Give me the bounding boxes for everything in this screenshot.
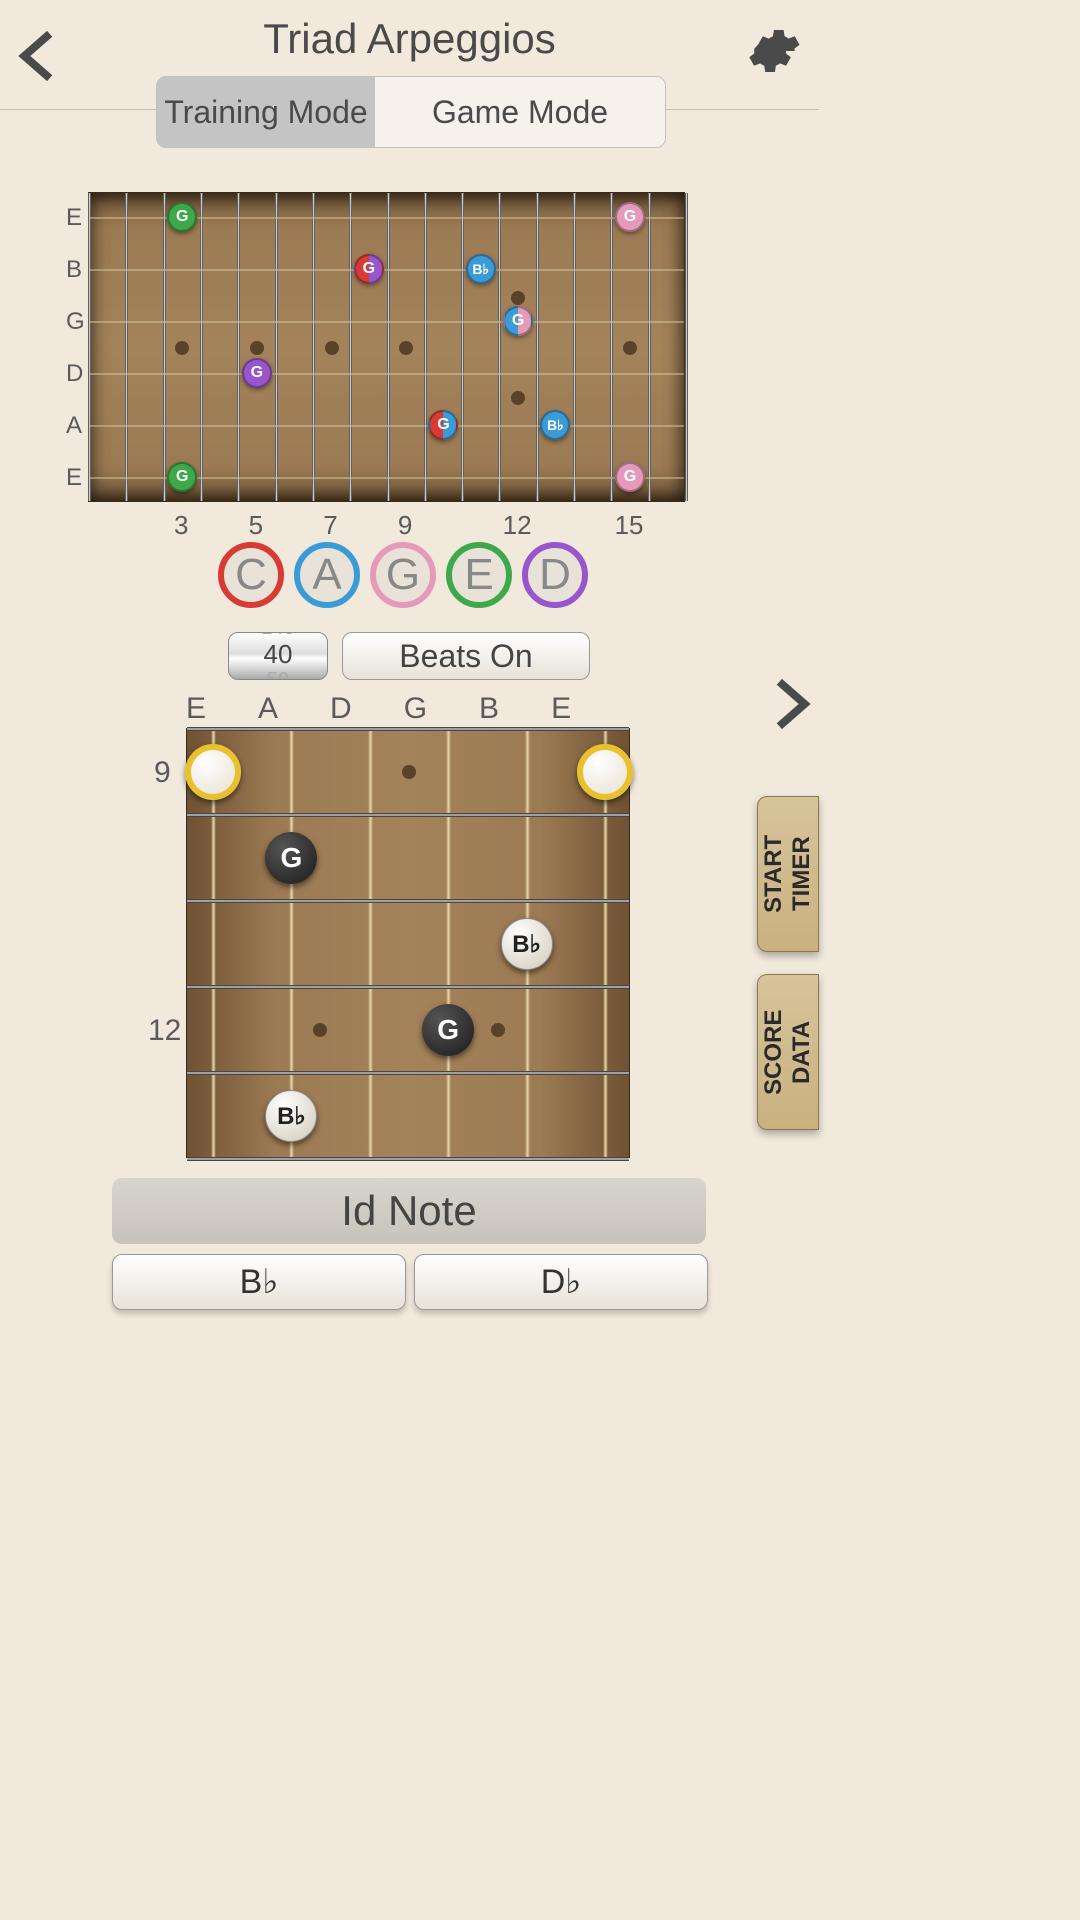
fret-numbers: 35791215 — [88, 510, 685, 540]
chord-string-labels: E A D G B E — [186, 692, 571, 726]
fretboard-marker: G — [354, 254, 384, 284]
fretboard-marker: G — [428, 410, 458, 440]
caged-c[interactable]: C — [218, 542, 284, 608]
caged-e[interactable]: E — [446, 542, 512, 608]
score-data-button[interactable]: SCORE DATA — [757, 974, 819, 1130]
answer-option-1[interactable]: B♭ — [112, 1254, 406, 1310]
chord-marker: G — [265, 832, 317, 884]
chord-marker: B♭ — [501, 918, 553, 970]
fretboard-marker: B♭ — [466, 254, 496, 284]
caged-a[interactable]: A — [294, 542, 360, 608]
chord-marker — [185, 744, 241, 800]
chord-diagram[interactable]: G B♭ G B♭ — [186, 728, 630, 1158]
fretboard-overview: E B G D A E GGB♭GGGB♭GGG 35791215 — [88, 192, 685, 502]
back-button[interactable] — [18, 30, 56, 82]
next-button[interactable] — [773, 678, 811, 730]
game-mode-tab[interactable]: Game Mode — [375, 77, 665, 147]
chord-marker — [577, 744, 633, 800]
fretboard-marker: G — [503, 306, 533, 336]
answer-buttons: B♭ D♭ — [112, 1254, 708, 1310]
chord-marker: B♭ — [265, 1090, 317, 1142]
chord-fret-9: 9 — [154, 756, 171, 790]
settings-button[interactable] — [743, 22, 801, 80]
page-title: Triad Arpeggios — [0, 0, 819, 63]
chord-marker: G — [422, 1004, 474, 1056]
caged-shape-selector: C A G E D — [218, 542, 588, 608]
caged-d[interactable]: D — [522, 542, 588, 608]
tempo-picker[interactable]: 240 40 50 — [228, 632, 328, 680]
fretboard-marker: G — [615, 462, 645, 492]
fretboard[interactable]: GGB♭GGGB♭GGG — [88, 192, 685, 502]
header: Triad Arpeggios Training Mode Game Mode — [0, 0, 819, 110]
training-mode-tab[interactable]: Training Mode — [157, 77, 375, 147]
answer-option-2[interactable]: D♭ — [414, 1254, 708, 1310]
id-note-label: Id Note — [112, 1178, 706, 1244]
tempo-value: 40 — [264, 641, 293, 667]
chord-fret-12: 12 — [148, 1014, 181, 1048]
fretboard-marker: G — [167, 462, 197, 492]
start-timer-button[interactable]: START TIMER — [757, 796, 819, 952]
fretboard-marker: G — [615, 202, 645, 232]
mode-toggle: Training Mode Game Mode — [156, 76, 666, 148]
caged-g[interactable]: G — [370, 542, 436, 608]
beats-toggle[interactable]: Beats On — [342, 632, 590, 680]
string-labels: E B G D A E — [66, 192, 85, 502]
fretboard-marker: G — [242, 358, 272, 388]
fretboard-marker: G — [167, 202, 197, 232]
fretboard-marker: B♭ — [540, 410, 570, 440]
